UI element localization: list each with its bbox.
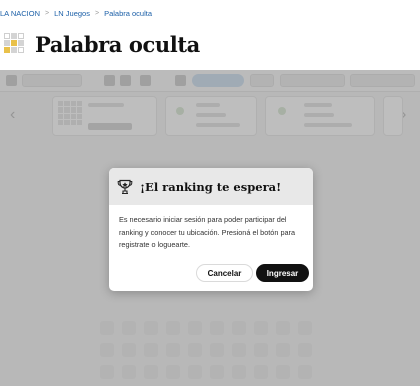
login-button[interactable]: Ingresar bbox=[256, 264, 309, 282]
trophy-icon bbox=[117, 179, 133, 195]
page-title: Palabra oculta bbox=[35, 32, 200, 57]
ranking-login-modal: ¡El ranking te espera! Es necesario inic… bbox=[109, 168, 313, 291]
modal-message: Es necesario iniciar sesión para poder p… bbox=[119, 215, 296, 249]
breadcrumb-separator: > bbox=[45, 9, 50, 17]
cancel-button[interactable]: Cancelar bbox=[196, 264, 253, 282]
breadcrumb-separator: > bbox=[94, 9, 100, 17]
breadcrumb-link-ln-juegos[interactable]: LN Juegos bbox=[54, 9, 90, 18]
breadcrumb: LA NACION > LN Juegos > Palabra oculta bbox=[0, 7, 152, 19]
modal-title: ¡El ranking te espera! bbox=[140, 180, 282, 194]
breadcrumb-link-la-nacion[interactable]: LA NACION bbox=[0, 9, 40, 18]
breadcrumb-link-palabra-oculta[interactable]: Palabra oculta bbox=[104, 9, 152, 18]
page-header: Palabra oculta bbox=[0, 24, 420, 70]
modal-header: ¡El ranking te espera! bbox=[109, 168, 313, 205]
word-grid-icon bbox=[4, 33, 24, 53]
